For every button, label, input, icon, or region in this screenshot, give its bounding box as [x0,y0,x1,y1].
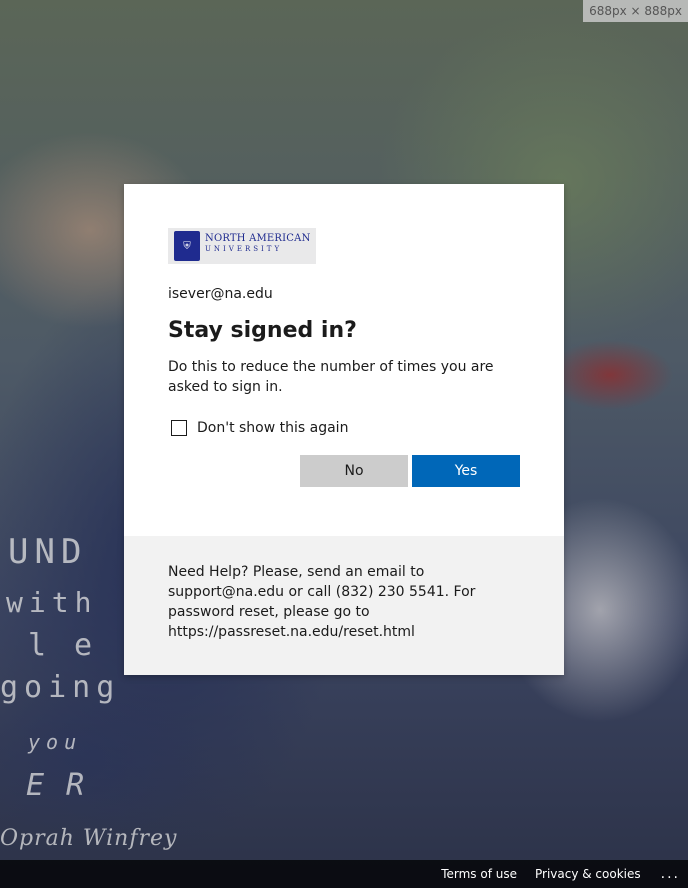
page-description: Do this to reduce the number of times yo… [168,359,494,395]
quote-line-6: ER [26,768,107,803]
privacy-cookies-link[interactable]: Privacy & cookies [535,867,641,881]
dimension-label: 688px × 888px [583,0,688,22]
shield-emblem-icon: ⛨ [174,231,200,261]
terms-of-use-link[interactable]: Terms of use [441,867,517,881]
dont-show-again-row[interactable]: Don't show this again [168,418,520,438]
signin-main: ⛨ NORTH AMERICAN UNIVERSITY isever@na.ed… [124,184,564,536]
quote-line-1: UND [8,532,88,572]
more-options-icon[interactable]: ... [661,866,680,882]
quote-line-5: you [28,730,83,754]
logo-tagline-rule [205,255,311,259]
quote-line-3: le [28,628,121,663]
quote-line-4: going [0,670,121,705]
help-text: Need Help? Please, send an email to supp… [124,536,564,675]
footer-bar: Terms of use Privacy & cookies ... [0,860,688,888]
yes-button[interactable]: Yes [412,455,520,487]
page-title: Stay signed in? [168,318,357,343]
logo-line-1: NORTH AMERICAN [205,232,311,244]
university-logo: ⛨ NORTH AMERICAN UNIVERSITY [168,228,316,264]
dont-show-again-checkbox[interactable] [171,420,187,436]
no-button[interactable]: No [300,455,408,487]
quote-author: Oprah Winfrey [0,826,178,851]
signin-card: ⛨ NORTH AMERICAN UNIVERSITY isever@na.ed… [124,184,564,675]
logo-line-2: UNIVERSITY [205,244,283,253]
account-identity: isever@na.edu [168,286,273,302]
quote-line-2: with [6,586,98,619]
button-row: No Yes [168,455,520,487]
dont-show-again-label[interactable]: Don't show this again [197,420,348,436]
logo-text: NORTH AMERICAN UNIVERSITY [205,232,311,259]
